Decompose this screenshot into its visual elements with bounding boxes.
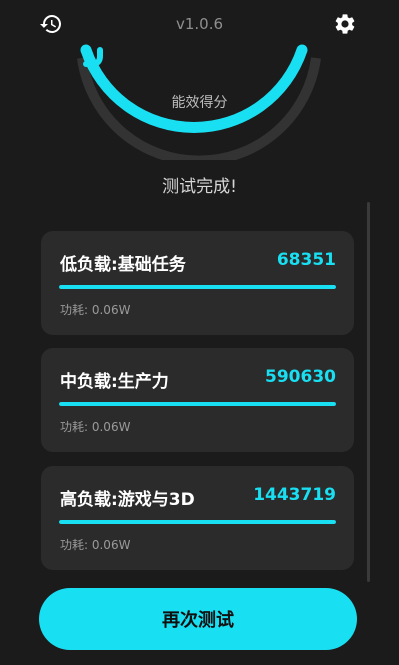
status-text: 测试完成!	[162, 177, 237, 197]
result-title: 低负载:基础任务	[60, 255, 186, 275]
result-score: 68351	[276, 250, 336, 270]
scrollbar[interactable]	[367, 202, 370, 582]
result-power: 功耗: 0.06W	[60, 303, 131, 317]
result-progress-bar	[59, 285, 336, 289]
result-card-low: 低负载:基础任务 68351 功耗: 0.06W	[41, 231, 354, 335]
result-power: 功耗: 0.06W	[60, 420, 131, 434]
result-score: 590630	[265, 367, 336, 387]
result-title: 中负载:生产力	[60, 372, 169, 392]
score-gauge: 能效得分	[0, 0, 399, 166]
result-card-mid: 中负载:生产力 590630 功耗: 0.06W	[41, 348, 354, 452]
result-title: 高负载:游戏与3D	[60, 490, 195, 510]
result-card-high: 高负载:游戏与3D 1443719 功耗: 0.06W	[41, 466, 354, 570]
result-score: 1443719	[253, 485, 336, 505]
gauge-arc	[80, 44, 308, 133]
result-progress-fill	[59, 402, 336, 406]
result-power: 功耗: 0.06W	[60, 538, 131, 552]
result-progress-bar	[59, 402, 336, 406]
result-progress-bar	[59, 520, 336, 524]
result-progress-fill	[59, 520, 336, 524]
retest-button[interactable]: 再次测试	[39, 588, 357, 650]
result-progress-fill	[59, 285, 336, 289]
gauge-label: 能效得分	[171, 95, 228, 111]
